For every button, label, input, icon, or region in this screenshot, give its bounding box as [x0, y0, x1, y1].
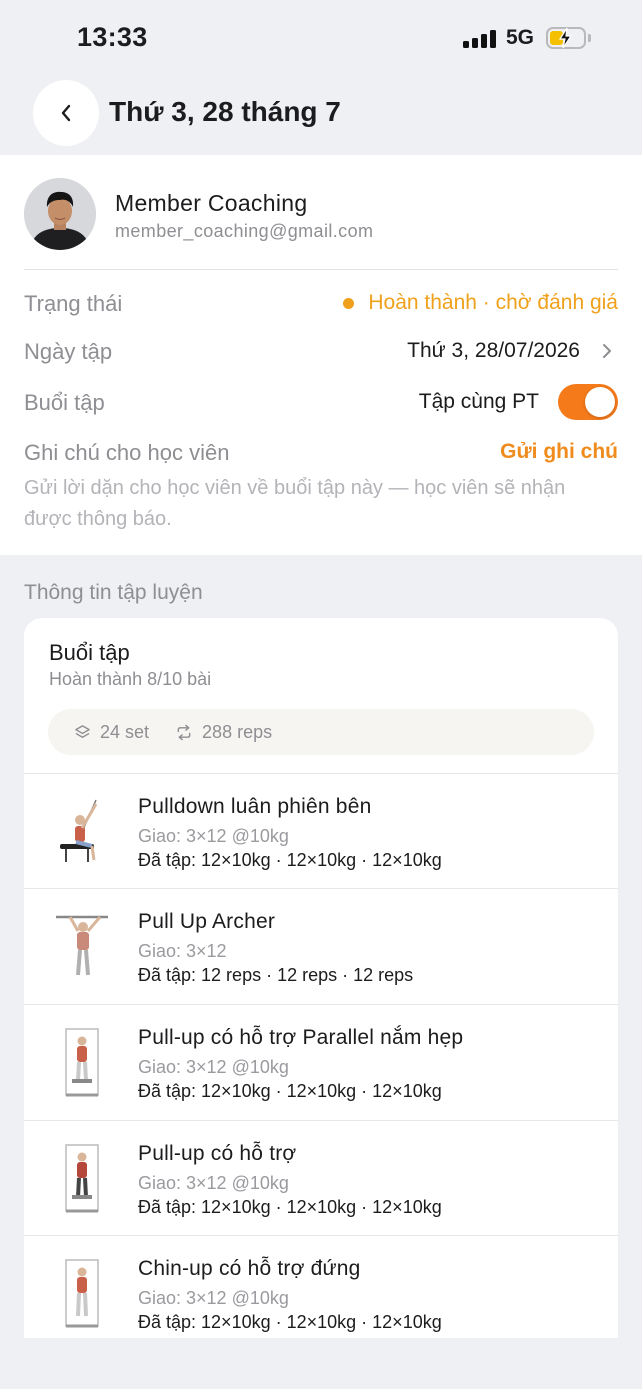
session-details: Member Coaching member_coaching@gmail.co…: [0, 155, 642, 555]
exercise-plan: Giao: 3×12: [138, 941, 227, 961]
sets-stat: 24 set: [74, 722, 149, 743]
exercise-plan: Giao: 3×12 @10kg: [138, 1057, 289, 1077]
member-name: Member Coaching: [115, 190, 308, 216]
exercise-name: Pull-up có hỗ trợ Parallel nắm hẹp: [138, 1026, 464, 1049]
session-type-label: Tập cùng PT: [418, 390, 539, 413]
exercise-row[interactable]: Pulldown luân phiên bên Giao: 3×12 @10kg…: [24, 773, 618, 889]
send-note-button[interactable]: Gửi ghi chú: [500, 440, 618, 464]
exercise-thumbnail: [52, 907, 112, 987]
network-type: 5G: [506, 26, 535, 49]
page-title: Thứ 3, 28 tháng 7: [109, 96, 341, 127]
status-bar: 13:33 5G: [0, 0, 642, 76]
status-time: 13:33: [77, 22, 148, 52]
reps-count: 288 reps: [202, 721, 273, 742]
back-button[interactable]: [33, 80, 99, 146]
exercise-done: Đã tập: 12×10kg · 12×10kg · 12×10kg: [138, 1312, 442, 1332]
battery-charging-icon: [546, 27, 586, 49]
sets-count: 24 set: [100, 721, 150, 742]
toggle-knob: [585, 387, 615, 417]
exercise-plan: Giao: 3×12 @10kg: [138, 826, 289, 846]
divider: [24, 269, 618, 270]
workout-card: Buổi tập Hoàn thành 8/10 bài 24 set 288 …: [24, 618, 618, 1338]
exercise-done: Đã tập: 12×10kg · 12×10kg · 12×10kg: [138, 1081, 442, 1101]
exercise-row[interactable]: Pull Up Archer Giao: 3×12 Đã tập: 12 rep…: [24, 888, 618, 1004]
layers-icon: [75, 724, 90, 738]
training-section-title: Thông tin tập luyện: [24, 581, 203, 604]
exercise-name: Pull Up Archer: [138, 910, 276, 933]
date-value: Thứ 3, 28/07/2026: [407, 339, 580, 362]
battery-tip: [588, 34, 591, 42]
exercise-thumbnail: [52, 1023, 112, 1103]
workout-progress: Hoàn thành 8/10 bài: [49, 669, 212, 689]
date-picker[interactable]: Thứ 3, 28/07/2026: [407, 339, 612, 363]
exercise-row[interactable]: Pull-up có hỗ trợ Parallel nắm hẹp Giao:…: [24, 1004, 618, 1120]
session-label: Buổi tập: [24, 390, 105, 415]
workout-title: Buổi tập: [49, 640, 130, 665]
exercise-thumbnail: [52, 792, 112, 872]
exercise-done: Đã tập: 12 reps · 12 reps · 12 reps: [138, 965, 414, 985]
exercise-plan: Giao: 3×12 @10kg: [138, 1173, 289, 1193]
note-description: Gửi lời dặn cho học viên về buổi tập này…: [24, 477, 566, 530]
member-email: member_coaching@gmail.com: [115, 221, 374, 241]
note-label: Ghi chú cho học viên: [24, 440, 230, 465]
exercise-name: Pulldown luân phiên bên: [138, 795, 372, 818]
repeat-icon: [177, 724, 191, 740]
exercise-plan: Giao: 3×12 @10kg: [138, 1288, 289, 1308]
status-value: Hoàn thành · chờ đánh giá: [368, 291, 618, 314]
exercise-thumbnail: [52, 1139, 112, 1219]
avatar: [24, 178, 96, 250]
status-dot-icon: [343, 297, 355, 309]
exercise-row[interactable]: Chin-up có hỗ trợ đứng Giao: 3×12 @10kg …: [24, 1235, 618, 1338]
workout-stats: 24 set 288 reps: [48, 709, 594, 755]
exercise-row[interactable]: Pull-up có hỗ trợ Giao: 3×12 @10kg Đã tậ…: [24, 1120, 618, 1236]
exercise-done: Đã tập: 12×10kg · 12×10kg · 12×10kg: [138, 850, 442, 870]
status-label: Trạng thái: [24, 291, 123, 316]
exercise-name: Pull-up có hỗ trợ: [138, 1142, 297, 1165]
exercise-done: Đã tập: 12×10kg · 12×10kg · 12×10kg: [138, 1197, 442, 1217]
signal-icon: [463, 30, 496, 48]
status-badge: Hoàn thành · chờ đánh giá: [343, 291, 618, 315]
train-with-pt-toggle[interactable]: [558, 384, 618, 420]
chevron-left-icon: [61, 104, 71, 122]
reps-stat: 288 reps: [175, 722, 272, 743]
exercise-thumbnail: [52, 1254, 112, 1334]
chevron-right-icon: [602, 343, 612, 359]
exercise-name: Chin-up có hỗ trợ đứng: [138, 1257, 361, 1280]
date-label: Ngày tập: [24, 339, 113, 364]
